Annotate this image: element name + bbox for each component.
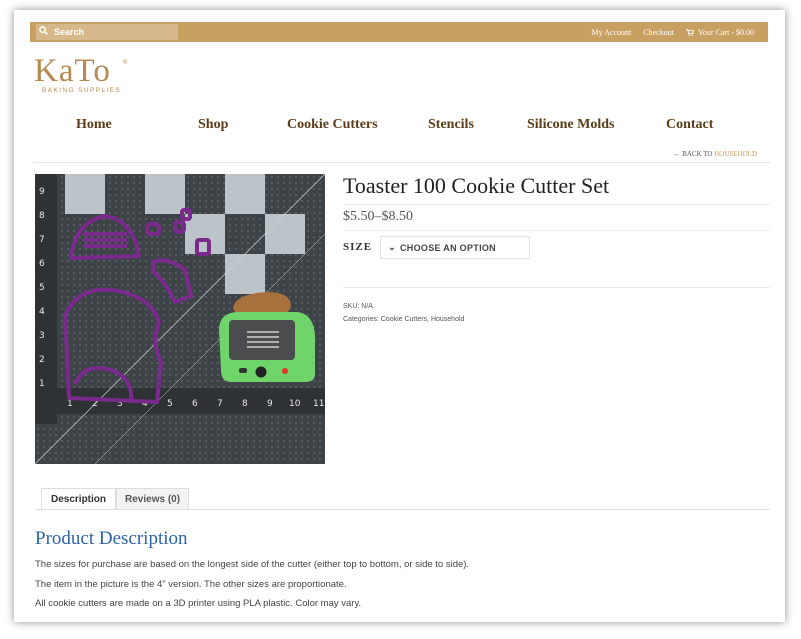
svg-text:6: 6 [39, 259, 45, 269]
divider [34, 162, 770, 163]
sku-value: N/A [361, 303, 373, 310]
back-arrow-icon: ← [673, 150, 681, 158]
browser-page: My Account Checkout Your Cart - $0.00 Ka… [14, 10, 785, 622]
size-select-value: CHOOSE AN OPTION [400, 242, 496, 253]
top-bar: My Account Checkout Your Cart - $0.00 [30, 22, 768, 42]
divider [35, 509, 770, 510]
search-box[interactable] [36, 24, 178, 40]
svg-text:2: 2 [39, 355, 45, 365]
cart-label: Your Cart - $0.00 [697, 27, 754, 37]
nav-contact[interactable]: Contact [666, 117, 713, 133]
svg-text:7: 7 [217, 399, 223, 409]
logo-tagline: BAKING SUPPLIES [42, 87, 122, 94]
svg-text:9: 9 [267, 399, 273, 409]
breadcrumb: ← BACK TO HOUSEHOLD [673, 150, 757, 158]
category-household[interactable]: Household [431, 316, 464, 323]
search-input[interactable] [50, 27, 178, 37]
svg-text:1: 1 [67, 399, 73, 409]
divider [343, 287, 770, 288]
product-photo[interactable]: 123 456 789 123 456 789 1011 [35, 174, 325, 464]
svg-text:3: 3 [39, 331, 45, 341]
svg-text:7: 7 [39, 235, 45, 245]
svg-text:5: 5 [39, 283, 45, 293]
tab-description[interactable]: Description [41, 488, 117, 510]
nav-stencils[interactable]: Stencils [428, 117, 474, 133]
cart-icon [686, 28, 695, 36]
divider [343, 230, 770, 231]
category-cookie-cutters[interactable]: Cookie Cutters [381, 316, 427, 323]
search-icon[interactable] [36, 26, 50, 38]
svg-text:4: 4 [39, 307, 45, 317]
product-price: $5.50–$8.50 [343, 209, 413, 224]
chevron-down-icon: ⌄ [388, 242, 396, 252]
product-tabs: Description Reviews (0) [41, 488, 190, 510]
tab-reviews[interactable]: Reviews (0) [116, 488, 190, 510]
sku-label: SKU: [343, 303, 360, 310]
nav-cookie-cutters[interactable]: Cookie Cutters [287, 117, 378, 133]
svg-text:8: 8 [242, 399, 248, 409]
nav-home[interactable]: Home [76, 117, 112, 133]
nav-shop[interactable]: Shop [198, 117, 228, 133]
my-account-link[interactable]: My Account [591, 28, 631, 37]
description-paragraph: The item in the picture is the 4" versio… [35, 579, 347, 590]
divider [343, 204, 770, 205]
registered-mark: ® [123, 60, 128, 66]
checkout-link[interactable]: Checkout [643, 28, 674, 37]
account-links: My Account Checkout Your Cart - $0.00 [591, 22, 754, 42]
svg-text:9: 9 [39, 187, 45, 197]
nav-silicone-molds[interactable]: Silicone Molds [527, 117, 615, 133]
description-paragraph: All cookie cutters are made on a 3D prin… [35, 598, 362, 609]
svg-text:1: 1 [39, 379, 45, 389]
categories-label: Categories: [343, 316, 379, 323]
category-link[interactable]: HOUSEHOLD [714, 150, 757, 158]
main-nav: Home Shop Cookie Cutters Stencils Silico… [34, 117, 770, 135]
svg-text:10: 10 [289, 399, 301, 409]
categories-row: Categories: Cookie Cutters, Household [343, 316, 465, 323]
description-heading: Product Description [35, 528, 188, 549]
product-title: Toaster 100 Cookie Cutter Set [343, 173, 610, 198]
site-logo[interactable]: KaTo BAKING SUPPLIES ® [34, 53, 127, 95]
sku-row: SKU: N/A [343, 303, 373, 310]
size-select[interactable]: ⌄ CHOOSE AN OPTION [380, 236, 530, 259]
description-paragraph: The sizes for purchase are based on the … [35, 559, 470, 570]
size-label: SIZE [343, 241, 373, 253]
svg-text:5: 5 [167, 399, 173, 409]
back-label: BACK TO [682, 150, 713, 158]
svg-text:11: 11 [313, 399, 324, 409]
cart-link[interactable]: Your Cart - $0.00 [686, 28, 754, 37]
svg-text:6: 6 [192, 399, 198, 409]
svg-text:8: 8 [39, 211, 45, 221]
logo-text: KaTo [34, 53, 111, 89]
